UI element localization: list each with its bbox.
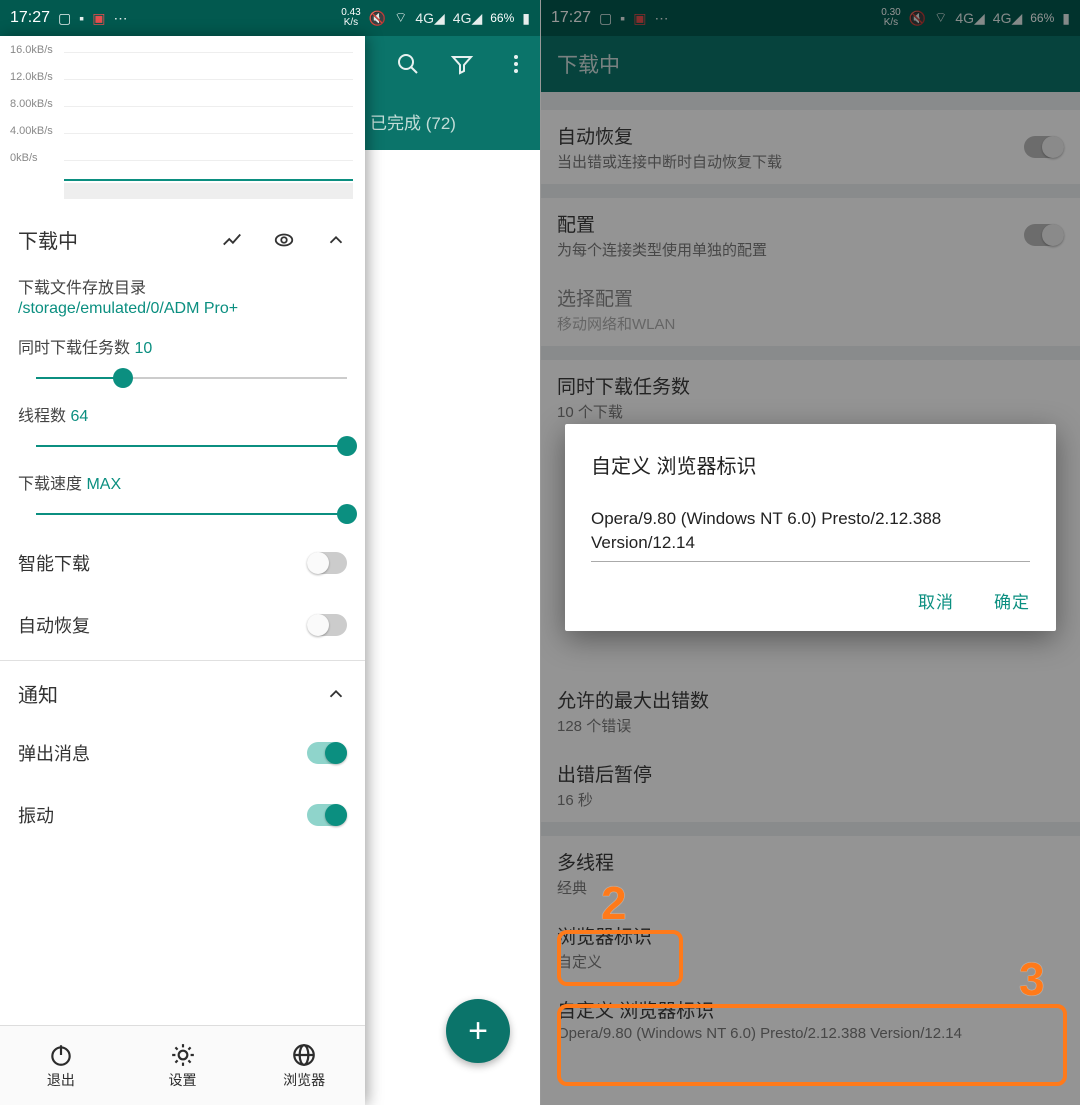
line-chart-icon[interactable] [221, 229, 243, 251]
chart-tick: 4.00kB/s [0, 125, 361, 152]
vibrate-toggle[interactable] [307, 804, 347, 826]
threads-label: 线程数 64 [0, 396, 365, 426]
power-icon [48, 1042, 74, 1068]
wifi-icon: ⌔ [394, 9, 407, 27]
popup-toggle[interactable] [307, 742, 347, 764]
tab-settings-label: 设置 [169, 1070, 197, 1090]
eye-icon[interactable] [273, 229, 295, 251]
annotation-box-3 [557, 1004, 1067, 1086]
threads-slider[interactable] [36, 436, 347, 456]
drawer-panel: 16.0kB/s 12.0kB/s 8.00kB/s 4.00kB/s 0kB/… [0, 36, 365, 1105]
tab-exit-label: 退出 [47, 1070, 75, 1090]
download-dir-path[interactable]: /storage/emulated/0/ADM Pro+ [0, 298, 365, 318]
phone-right: 17:27 ▢ ▪ ▣ ⋯ 0.30K/s 🔇 ⌔ 4G◢ 4G◢ 66% ▮ … [540, 0, 1080, 1105]
chart-tick: 8.00kB/s [0, 98, 361, 125]
annotation-box-2 [557, 930, 683, 986]
more-icon: ⋯ [113, 10, 127, 27]
download-dir-label: 下载文件存放目录 [0, 268, 365, 298]
popup-label: 弹出消息 [18, 740, 90, 766]
phone-left: 17:27 ▢ ▪ ▣ ⋯ 0.43K/s 🔇 ⌔ 4G◢ 4G◢ 66% ▮ … [0, 0, 540, 1105]
status-speed: 0.43K/s [341, 8, 360, 28]
tab-exit[interactable]: 退出 [0, 1026, 122, 1105]
mute-icon: 🔇 [369, 10, 386, 27]
speed-slider[interactable] [36, 504, 347, 524]
rec-icon: ▣ [92, 10, 105, 27]
auto-resume-toggle[interactable] [307, 614, 347, 636]
dialog-title: 自定义 浏览器标识 [591, 450, 1030, 479]
smart-download-label: 智能下载 [18, 550, 90, 576]
vibrate-toggle-row[interactable]: 振动 [0, 784, 365, 846]
popup-toggle-row[interactable]: 弹出消息 [0, 722, 365, 784]
tab-settings[interactable]: 设置 [122, 1026, 244, 1105]
chevron-up-icon[interactable] [325, 683, 347, 705]
signal2-icon: 4G◢ [453, 10, 482, 27]
cancel-button[interactable]: 取消 [918, 588, 954, 613]
ok-button[interactable]: 确定 [994, 588, 1030, 613]
fab-add[interactable]: + [446, 999, 510, 1063]
chevron-up-icon[interactable] [325, 229, 347, 251]
gear-icon [170, 1042, 196, 1068]
annotation-num-3: 3 [1019, 952, 1045, 1006]
filter-icon[interactable] [450, 52, 474, 76]
speed-label: 下载速度 MAX [0, 464, 365, 494]
tab-browser-label: 浏览器 [283, 1070, 325, 1090]
auto-resume-label: 自动恢复 [18, 612, 90, 638]
status-time: 17:27 [10, 9, 50, 27]
section-notify: 通知 [18, 679, 58, 708]
chart-tick: 16.0kB/s [0, 44, 361, 71]
concurrent-label: 同时下载任务数 10 [0, 328, 365, 358]
signal1-icon: 4G◢ [415, 10, 444, 27]
status-bar: 17:27 ▢ ▪ ▣ ⋯ 0.43K/s 🔇 ⌔ 4G◢ 4G◢ 66% ▮ [0, 0, 540, 36]
annotation-num-2: 2 [601, 876, 627, 930]
concurrent-slider[interactable] [36, 368, 347, 388]
search-icon[interactable] [396, 52, 420, 76]
speed-chart: 16.0kB/s 12.0kB/s 8.00kB/s 4.00kB/s 0kB/… [0, 36, 365, 211]
auto-resume-toggle-row[interactable]: 自动恢复 [0, 594, 365, 656]
menu-overflow-icon[interactable] [504, 52, 528, 76]
vibrate-label: 振动 [18, 802, 54, 828]
smart-download-toggle-row[interactable]: 智能下载 [0, 532, 365, 594]
battery-icon: ▮ [522, 10, 530, 27]
smart-download-toggle[interactable] [307, 552, 347, 574]
status-battery: 66% [490, 11, 514, 25]
section-downloading: 下载中 [18, 225, 78, 254]
bottom-tabs: 退出 设置 浏览器 [0, 1025, 365, 1105]
tab-browser[interactable]: 浏览器 [243, 1026, 365, 1105]
globe-icon [291, 1042, 317, 1068]
gallery-icon: ▢ [58, 10, 71, 27]
chart-tick: 12.0kB/s [0, 71, 361, 98]
chat-icon: ▪ [79, 10, 84, 26]
useragent-dialog: 自定义 浏览器标识 Opera/9.80 (Windows NT 6.0) Pr… [565, 424, 1056, 631]
useragent-input[interactable]: Opera/9.80 (Windows NT 6.0) Presto/2.12.… [591, 507, 1030, 562]
chart-tick: 0kB/s [0, 152, 361, 179]
